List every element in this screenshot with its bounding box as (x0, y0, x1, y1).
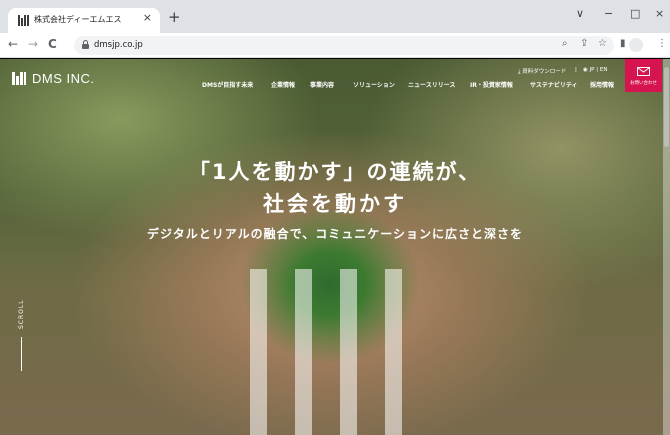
decorative-stripe (295, 269, 312, 435)
maximize-button[interactable]: □ (630, 8, 640, 19)
hero-subheadline: デジタルとリアルの融合で、コミュニケーションに広さと深さを (147, 227, 523, 241)
bookmark-star-icon[interactable]: ☆ (598, 39, 607, 49)
language-label: JP | EN (589, 67, 608, 73)
browser-window: 株式会社ディーエムエス × + ∨ − □ × ← → C dmsjp.co.j… (0, 0, 670, 435)
minimize-button[interactable]: − (604, 8, 613, 19)
browser-tab[interactable]: 株式会社ディーエムエス × (8, 8, 160, 33)
back-button[interactable]: ← (8, 38, 18, 50)
reload-button[interactable]: C (48, 38, 57, 50)
tab-search-icon[interactable]: ∨ (576, 8, 584, 19)
lock-icon (82, 40, 89, 49)
decorative-stripe (385, 269, 402, 435)
language-switch[interactable]: ◉ JP | EN (583, 67, 607, 73)
decorative-stripe (250, 269, 267, 435)
tab-title: 株式会社ディーエムエス (34, 15, 122, 24)
url-text[interactable]: dmsjp.co.jp (94, 40, 143, 50)
nav-item-vision[interactable]: DMSが目指す未来 (202, 80, 253, 89)
web-page: DMS INC. ⤓ 資料ダウンロード | ◉ JP | EN DMSが目指す未… (0, 59, 670, 435)
util-divider: | (575, 67, 577, 73)
dms-favicon-icon (18, 15, 29, 26)
nav-item-recruit[interactable]: 採用情報 (590, 80, 614, 89)
share-icon[interactable]: ⇪ (580, 39, 588, 49)
forward-button[interactable]: → (28, 38, 38, 50)
menu-kebab-icon[interactable]: ⋮ (657, 39, 667, 49)
logo-text: DMS INC. (32, 71, 95, 86)
download-label: 資料ダウンロード (522, 69, 567, 75)
nav-item-news[interactable]: ニュースリリース (408, 80, 455, 89)
nav-item-ir[interactable]: IR・投資家情報 (470, 80, 513, 89)
address-bar[interactable]: dmsjp.co.jp ⌕ ⇪ ☆ (74, 36, 614, 55)
nav-item-sustainability[interactable]: サステナビリティ (530, 80, 578, 89)
zoom-icon[interactable]: ⌕ (562, 39, 568, 49)
tab-strip: 株式会社ディーエムエス × + ∨ − □ × (0, 0, 670, 33)
dms-logo-mark-icon (12, 72, 26, 85)
profile-avatar-icon[interactable] (629, 38, 643, 52)
close-window-button[interactable]: × (655, 8, 664, 19)
contact-label: お問い合わせ (630, 81, 657, 86)
nav-item-business[interactable]: 事業内容 (310, 80, 334, 89)
mail-icon (637, 67, 650, 76)
download-link[interactable]: ⤓ 資料ダウンロード (518, 67, 566, 76)
scrollbar-thumb[interactable] (664, 67, 669, 147)
site-logo[interactable]: DMS INC. (12, 71, 95, 86)
decorative-stripe (340, 269, 357, 435)
hero-headline-line1: 「1人を動かす」の連続が、 (188, 160, 482, 184)
tab-close-icon[interactable]: × (143, 12, 152, 23)
new-tab-button[interactable]: + (168, 10, 181, 25)
nav-item-solution[interactable]: ソリューション (353, 80, 395, 89)
hero-headline-line2: 社会を動かす (263, 192, 407, 216)
scroll-indicator-line (21, 337, 22, 371)
browser-toolbar: ← → C dmsjp.co.jp ⌕ ⇪ ☆ ▮ ⋮ (0, 33, 670, 58)
scroll-indicator-label: SCROLL (18, 299, 25, 329)
side-panel-icon[interactable]: ▮ (620, 39, 626, 49)
page-scrollbar[interactable] (663, 59, 670, 435)
contact-button[interactable]: お問い合わせ (625, 59, 662, 92)
nav-item-company[interactable]: 企業情報 (271, 80, 295, 89)
